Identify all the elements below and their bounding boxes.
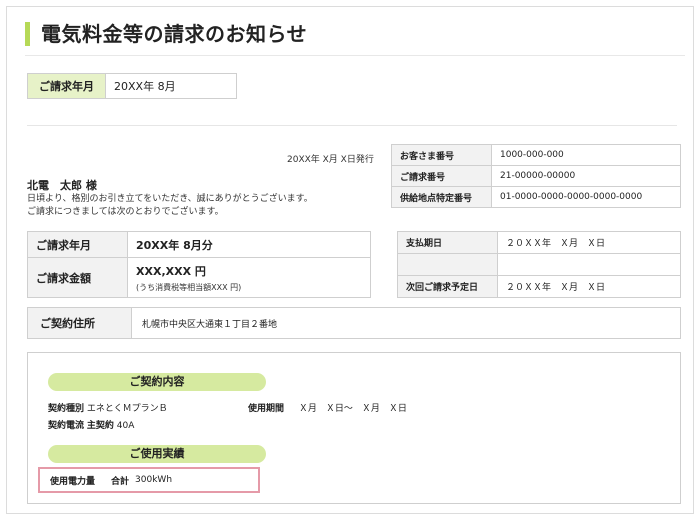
supply-point-value: 01-0000-0000-0000-0000-0000 — [491, 186, 681, 208]
amount-tax-note: (うち消費税等相当額XXX 円) — [136, 282, 242, 292]
contract-section-heading: ご契約内容 — [48, 373, 266, 391]
table-row — [397, 253, 681, 276]
contract-current-row: 契約電流 主契約 40A — [48, 418, 134, 431]
address-label: ご契約住所 — [28, 308, 132, 338]
usage-label: 使用電力量 — [50, 476, 96, 487]
table-row: お客さま番号 1000-000-000 — [391, 144, 681, 166]
divider — [27, 125, 677, 126]
usage-period-value: Ｘ月 Ｘ日～ Ｘ月 Ｘ日 — [298, 404, 407, 414]
contract-details-box: ご契約内容 契約種別 エネとくＭプランＢ 使用期間 Ｘ月 Ｘ日～ Ｘ月 Ｘ日 契… — [27, 352, 681, 504]
contract-current-value: 40A — [116, 421, 135, 431]
table-row: ご請求年月 20XX年 8月分 — [27, 231, 371, 258]
address-value: 札幌市中央区大通東１丁目２番地 — [142, 319, 278, 330]
blank-value — [497, 253, 681, 276]
billing-month-value: 20XX年 8月 — [114, 80, 176, 93]
customer-info-table: お客さま番号 1000-000-000 ご請求番号 21-00000-00000… — [391, 144, 681, 208]
usage-highlight-box: 使用電力量 合計 300kWh — [38, 467, 260, 493]
payment-table: 支払期日 ２０ＸＸ年 Ｘ月 Ｘ日 次回ご請求予定日 ２０ＸＸ年 Ｘ月 Ｘ日 — [397, 231, 681, 298]
billing-month-label: ご請求年月 — [28, 74, 106, 98]
billing-month-box: ご請求年月 20XX年 8月 — [27, 73, 237, 99]
greeting-line-2: ご請求につきましては次のとおりでございます。 — [27, 207, 224, 217]
contract-current-label: 契約電流 — [48, 421, 85, 431]
summary-amount-cell: XXX,XXX 円 (うち消費税等相当額XXX 円) — [127, 257, 371, 298]
usage-period-label: 使用期間 — [248, 404, 285, 414]
customer-name: 北電 太郎 様 — [27, 179, 97, 192]
contract-type-row: 契約種別 エネとくＭプランＢ — [48, 401, 168, 414]
summary-month-value: 20XX年 8月分 — [127, 231, 371, 258]
table-row: ご請求番号 21-00000-00000 — [391, 165, 681, 187]
usage-total-value: 300kWh — [135, 475, 173, 485]
bill-document: 電気料金等の請求のお知らせ ご請求年月 20XX年 8月 20XX年 X月 X日… — [6, 6, 694, 514]
due-date-value: ２０ＸＸ年 Ｘ月 Ｘ日 — [497, 231, 681, 254]
blank-label — [397, 253, 498, 276]
summary-amount-label: ご請求金額 — [27, 257, 128, 298]
title-section: 電気料金等の請求のお知らせ — [25, 20, 685, 56]
table-row: 支払期日 ２０ＸＸ年 Ｘ月 Ｘ日 — [397, 231, 681, 254]
greeting-line-1: 日頃より、格別のお引き立てをいただき、誠にありがとうございます。 — [27, 194, 313, 204]
table-row: 次回ご請求予定日 ２０ＸＸ年 Ｘ月 Ｘ日 — [397, 275, 681, 298]
contract-type-value: エネとくＭプランＢ — [86, 404, 168, 414]
greeting-text: 日頃より、格別のお引き立てをいただき、誠にありがとうございます。 ご請求につきま… — [27, 193, 367, 219]
supply-point-label: 供給地点特定番号 — [391, 186, 492, 208]
amount-value: XXX,XXX 円 — [136, 264, 206, 278]
table-row: 供給地点特定番号 01-0000-0000-0000-0000-0000 — [391, 186, 681, 208]
usage-section-heading: ご使用実績 — [48, 445, 266, 463]
title-accent-bar — [25, 22, 30, 46]
usage-total-label: 合計 — [111, 476, 130, 487]
billing-number-value: 21-00000-00000 — [491, 165, 681, 187]
customer-number-value: 1000-000-000 — [491, 144, 681, 166]
contract-current-sublabel: 主契約 — [86, 421, 114, 431]
issue-date: 20XX年 X月 X日発行 — [287, 155, 374, 165]
next-billing-value: ２０ＸＸ年 Ｘ月 Ｘ日 — [497, 275, 681, 298]
due-date-label: 支払期日 — [397, 231, 498, 254]
next-billing-label: 次回ご請求予定日 — [397, 275, 498, 298]
contract-address-box: ご契約住所 札幌市中央区大通東１丁目２番地 — [27, 307, 681, 339]
table-row: ご請求金額 XXX,XXX 円 (うち消費税等相当額XXX 円) — [27, 257, 371, 298]
billing-number-label: ご請求番号 — [391, 165, 492, 187]
summary-month-label: ご請求年月 — [27, 231, 128, 258]
usage-period-row: 使用期間 Ｘ月 Ｘ日～ Ｘ月 Ｘ日 — [248, 401, 407, 414]
contract-type-label: 契約種別 — [48, 404, 85, 414]
customer-number-label: お客さま番号 — [391, 144, 492, 166]
billing-summary-table: ご請求年月 20XX年 8月分 ご請求金額 XXX,XXX 円 (うち消費税等相… — [27, 231, 371, 298]
page-title: 電気料金等の請求のお知らせ — [41, 22, 308, 46]
